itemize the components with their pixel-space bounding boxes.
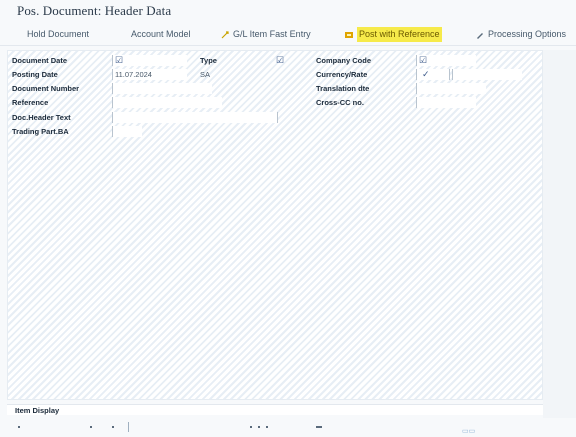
application-toolbar: Hold Document Account Model G/L Item Fas… [0,22,576,46]
items-header-band: Item Display [7,404,543,415]
doc-header-text-label: Doc.Header Text [12,113,71,122]
calendar-icon: ☑ [115,55,124,65]
pencil-icon [475,30,485,40]
reference-input[interactable] [112,97,222,108]
post-reference-icon [344,30,354,40]
company-code-label: Company Code [316,56,372,65]
column-divider [128,422,129,432]
status-indicator-icon: ▭▭ [462,428,476,435]
currency-rate-label: Currency/Rate [316,70,368,79]
column-marker [316,426,322,428]
posting-date-value: 11.07.2024 [115,70,152,79]
type-value: SA [200,70,211,79]
cross-cc-no-input[interactable] [416,97,476,108]
document-date-label: Document Date [12,56,68,65]
right-scroll-area [543,50,576,437]
processing-options-label: Processing Options [488,29,567,39]
trading-part-ba-label: Trading Part.BA [12,127,69,136]
hold-document-label: Hold Document [27,29,90,39]
gl-item-fast-entry-label: G/L Item Fast Entry [233,29,311,39]
type-search-help-icon[interactable]: ☑ [276,55,284,65]
document-number-input[interactable] [112,83,212,94]
currency-input[interactable]: ✓ [416,69,450,80]
column-marker [250,426,252,428]
type-label: Type [200,56,217,65]
title-bar: Pos. Document: Header Data [0,0,576,22]
column-marker [112,426,114,428]
post-with-reference-button[interactable]: Post with Reference [344,27,442,42]
items-table-header: ▭▭ [0,418,576,437]
document-date-input[interactable]: ☑ [112,55,187,66]
reference-label: Reference [12,98,49,107]
posting-date-label: Posting Date [12,70,58,79]
doc-header-text-input[interactable] [112,112,278,123]
column-marker [90,426,92,428]
items-label: Item Display [15,406,60,415]
company-code-search-icon: ☑ [419,55,428,65]
column-marker [266,426,268,428]
account-model-button[interactable]: Account Model [131,27,191,42]
posting-date-input[interactable]: 11.07.2024 [112,69,187,80]
gl-item-fast-entry-button[interactable]: G/L Item Fast Entry [220,27,311,42]
processing-options-button[interactable]: Processing Options [475,27,566,42]
exchange-rate-input[interactable] [452,69,522,80]
column-marker [258,426,260,428]
translation-date-input[interactable] [416,83,486,94]
document-number-label: Document Number [12,84,80,93]
column-marker [18,426,20,428]
fast-entry-icon [220,30,230,40]
post-with-reference-label: Post with Reference [357,27,442,42]
company-code-input[interactable]: ☑ [416,55,476,66]
hold-document-button[interactable]: Hold Document [27,27,89,42]
translation-date-label: Translation dte [316,84,370,93]
trading-part-ba-input[interactable] [112,126,142,137]
cross-cc-no-label: Cross-CC no. [316,98,364,107]
currency-checkmark-icon: ✓ [422,69,430,79]
account-model-label: Account Model [131,29,191,39]
page-title: Pos. Document: Header Data [17,3,172,18]
